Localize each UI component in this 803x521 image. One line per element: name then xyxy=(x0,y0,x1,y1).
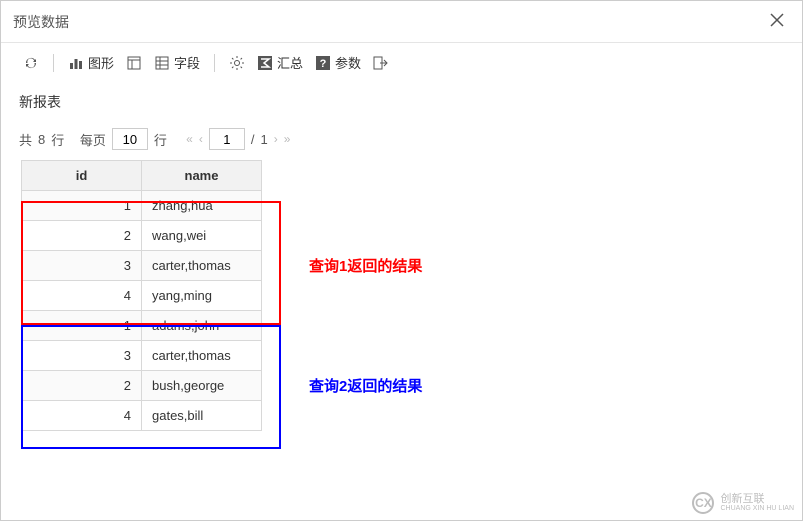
close-icon xyxy=(770,13,784,27)
separator xyxy=(214,54,215,72)
summary-label: 汇总 xyxy=(277,53,303,72)
fields-icon xyxy=(154,55,170,71)
current-page-input[interactable] xyxy=(209,128,245,150)
pager: 共 8 行 每页 行 « ‹ / 1 › » xyxy=(19,128,784,150)
watermark: CX 创新互联 CHUANG XIN HU LIAN xyxy=(692,492,794,514)
table-row: 3carter,thomas xyxy=(22,251,262,281)
refresh-icon xyxy=(23,55,39,71)
cell-id: 1 xyxy=(22,191,142,221)
export-button[interactable] xyxy=(369,53,393,73)
toolbar: 图形 字段 汇总 ? 参数 xyxy=(1,43,802,82)
cell-id: 2 xyxy=(22,221,142,251)
cell-id: 3 xyxy=(22,341,142,371)
cell-id: 2 xyxy=(22,371,142,401)
cell-name: adams,john xyxy=(142,311,262,341)
cell-id: 4 xyxy=(22,281,142,311)
watermark-cn: 创新互联 xyxy=(720,493,794,505)
total-suffix: 行 xyxy=(51,130,64,149)
per-page-label: 每页 xyxy=(80,130,106,149)
data-table: id name 1zhang,hua 2wang,wei 3carter,tho… xyxy=(21,160,262,431)
bar-chart-icon xyxy=(68,55,84,71)
titlebar: 预览数据 xyxy=(1,1,802,43)
total-count: 8 xyxy=(38,132,45,147)
layout-button[interactable] xyxy=(122,53,146,73)
cell-id: 1 xyxy=(22,311,142,341)
close-button[interactable] xyxy=(764,9,790,34)
next-page-button[interactable]: › xyxy=(274,132,278,146)
cell-name: zhang,hua xyxy=(142,191,262,221)
prev-page-button[interactable]: ‹ xyxy=(199,132,203,146)
rows-suffix: 行 xyxy=(154,130,167,149)
gear-icon xyxy=(229,55,245,71)
table-row: 2wang,wei xyxy=(22,221,262,251)
settings-button[interactable] xyxy=(225,53,249,73)
cell-id: 3 xyxy=(22,251,142,281)
table-row: 3carter,thomas xyxy=(22,341,262,371)
layout-icon xyxy=(126,55,142,71)
table-row: 4gates,bill xyxy=(22,401,262,431)
chart-label: 图形 xyxy=(88,53,114,72)
export-icon xyxy=(373,55,389,71)
cell-name: bush,george xyxy=(142,371,262,401)
window-title: 预览数据 xyxy=(13,12,69,32)
total-pages: 1 xyxy=(260,132,267,147)
annotation-query1: 查询1返回的结果 xyxy=(309,255,422,276)
question-icon: ? xyxy=(315,55,331,71)
report-title: 新报表 xyxy=(19,92,784,112)
cell-name: gates,bill xyxy=(142,401,262,431)
table-row: 1zhang,hua xyxy=(22,191,262,221)
total-prefix: 共 xyxy=(19,130,32,149)
refresh-button[interactable] xyxy=(19,53,43,73)
watermark-en: CHUANG XIN HU LIAN xyxy=(720,505,794,513)
sigma-icon xyxy=(257,55,273,71)
cell-name: carter,thomas xyxy=(142,251,262,281)
page-sep: / xyxy=(251,132,255,147)
svg-text:?: ? xyxy=(320,58,327,70)
page-size-input[interactable] xyxy=(112,128,148,150)
table-row: 1adams,john xyxy=(22,311,262,341)
cell-name: yang,ming xyxy=(142,281,262,311)
cell-name: carter,thomas xyxy=(142,341,262,371)
summary-button[interactable]: 汇总 xyxy=(253,51,307,74)
chart-button[interactable]: 图形 xyxy=(64,51,118,74)
annotation-query2: 查询2返回的结果 xyxy=(309,375,422,396)
header-name: name xyxy=(142,161,262,191)
fields-label: 字段 xyxy=(174,53,200,72)
table-header-row: id name xyxy=(22,161,262,191)
params-button[interactable]: ? 参数 xyxy=(311,51,365,74)
last-page-button[interactable]: » xyxy=(284,132,291,146)
separator xyxy=(53,54,54,72)
params-label: 参数 xyxy=(335,53,361,72)
fields-button[interactable]: 字段 xyxy=(150,51,204,74)
header-id: id xyxy=(22,161,142,191)
watermark-logo-icon: CX xyxy=(692,492,714,514)
cell-id: 4 xyxy=(22,401,142,431)
first-page-button[interactable]: « xyxy=(186,132,193,146)
table-row: 4yang,ming xyxy=(22,281,262,311)
cell-name: wang,wei xyxy=(142,221,262,251)
table-row: 2bush,george xyxy=(22,371,262,401)
